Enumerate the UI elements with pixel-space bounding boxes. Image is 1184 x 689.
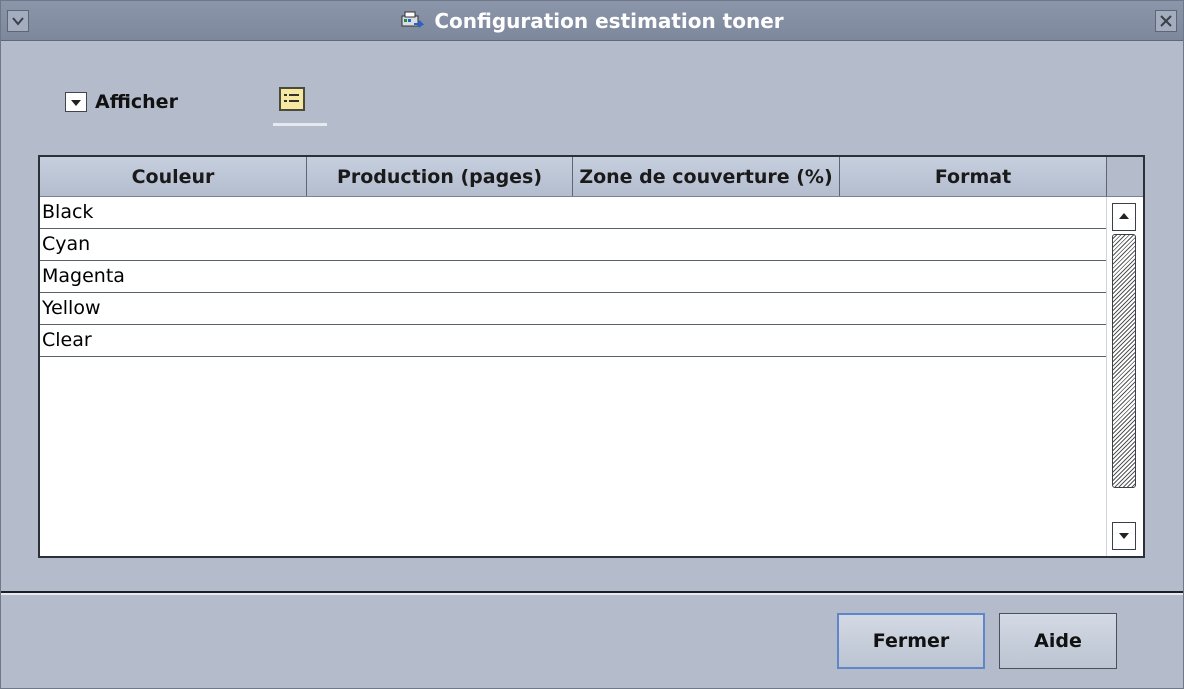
close-button[interactable] — [1155, 10, 1177, 32]
scrollbar-thumb[interactable] — [1112, 234, 1136, 488]
view-button-underline — [273, 123, 327, 126]
window-title: Configuration estimation toner — [434, 9, 784, 33]
column-header-couleur[interactable]: Couleur — [40, 157, 307, 196]
fermer-button[interactable]: Fermer — [837, 613, 985, 669]
table-header: Couleur Production (pages) Zone de couve… — [40, 157, 1106, 197]
dropdown-arrow-icon — [65, 92, 87, 112]
toner-table: Couleur Production (pages) Zone de couve… — [38, 155, 1145, 558]
toner-config-window: Configuration estimation toner Afficher … — [0, 0, 1184, 689]
printer-toner-icon — [400, 10, 425, 32]
table-row[interactable]: Black — [40, 197, 1106, 229]
table-body: Black Cyan Magenta Yellow Clear — [40, 197, 1106, 357]
column-header-production[interactable]: Production (pages) — [307, 157, 573, 196]
title-bar: Configuration estimation toner — [1, 1, 1183, 41]
list-view-icon — [279, 87, 305, 111]
table-row[interactable]: Magenta — [40, 261, 1106, 293]
scroll-down-button[interactable] — [1112, 522, 1136, 550]
column-header-zone-couverture[interactable]: Zone de couverture (%) — [573, 157, 840, 196]
scroll-up-button[interactable] — [1112, 203, 1136, 231]
aide-button[interactable]: Aide — [999, 613, 1117, 669]
list-view-button[interactable] — [273, 87, 327, 127]
footer-separator — [1, 591, 1183, 595]
table-corner — [1106, 157, 1143, 197]
table-row[interactable]: Cyan — [40, 229, 1106, 261]
vertical-scrollbar[interactable] — [1106, 197, 1143, 556]
column-header-format[interactable]: Format — [840, 157, 1106, 196]
afficher-dropdown[interactable]: Afficher — [65, 87, 178, 117]
table-row[interactable]: Clear — [40, 325, 1106, 357]
close-icon — [1160, 15, 1172, 27]
afficher-label: Afficher — [95, 91, 178, 113]
table-row[interactable]: Yellow — [40, 293, 1106, 325]
